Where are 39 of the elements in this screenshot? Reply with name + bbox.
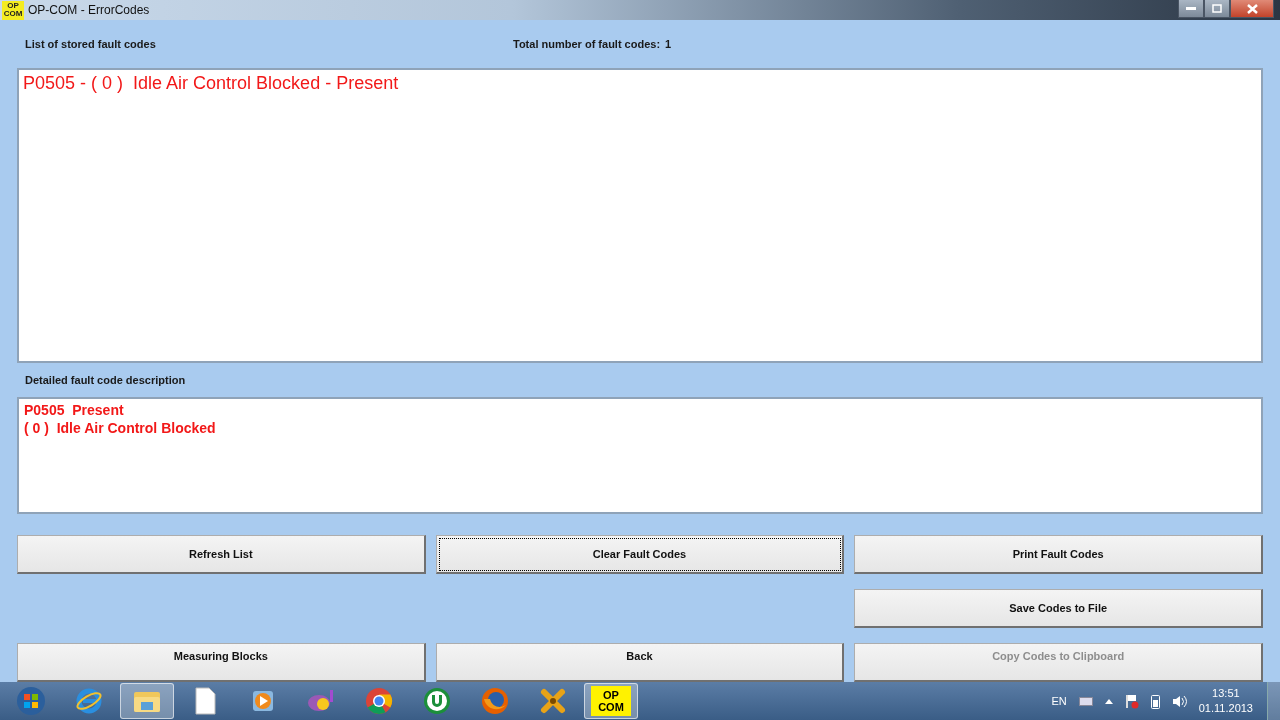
speaker-icon[interactable] xyxy=(1171,694,1187,708)
media-player-icon xyxy=(250,688,276,714)
caret-up-icon[interactable] xyxy=(1104,698,1113,704)
app-logo: OP COM xyxy=(591,686,631,716)
torrent-icon xyxy=(423,687,451,715)
total-value: 1 xyxy=(665,38,672,51)
flag-icon[interactable] xyxy=(1124,693,1139,709)
browser-icon xyxy=(75,687,103,715)
detail-line: P0505 Present xyxy=(24,400,125,419)
action-button[interactable]: Print Fault Codes xyxy=(854,535,1263,574)
detail-label: Detailed fault code description xyxy=(24,374,186,387)
battery-icon[interactable] xyxy=(1150,693,1160,709)
start-orb-icon xyxy=(16,686,46,716)
document-icon xyxy=(194,687,216,715)
messenger-icon xyxy=(306,688,336,714)
window-title: OP-COM - ErrorCodes xyxy=(28,3,150,17)
fault-code-item[interactable]: P0505 - ( 0 ) Idle Air Control Blocked - Present xyxy=(23,72,1257,95)
clock-date[interactable]: 01.11.2013 xyxy=(1198,701,1253,716)
minimize-button[interactable] xyxy=(1178,0,1204,18)
minimize-icon xyxy=(1186,6,1196,11)
chrome-icon xyxy=(365,687,393,715)
list-label: List of stored fault codes xyxy=(24,38,157,51)
action-button[interactable]: Clear Fault Codes xyxy=(435,535,845,574)
action-button[interactable]: Measuring Blocks xyxy=(17,643,426,682)
detail-line: ( 0 ) Idle Air Control Blocked xyxy=(24,418,217,437)
keyboard-icon[interactable] xyxy=(1078,696,1093,706)
maximize-icon xyxy=(1212,4,1222,13)
action-button[interactable]: Save Codes to File xyxy=(854,589,1263,628)
action-button[interactable]: Refresh List xyxy=(17,535,426,574)
action-button[interactable]: Back xyxy=(435,643,845,682)
app-logo: OP COM xyxy=(2,0,24,20)
close-button[interactable] xyxy=(1230,0,1274,18)
language-indicator[interactable]: EN xyxy=(1051,695,1067,707)
firefox-icon xyxy=(481,687,509,715)
maximize-button[interactable] xyxy=(1204,0,1230,18)
total-label: Total number of fault codes: xyxy=(513,38,661,51)
clock-time[interactable]: 13:51 xyxy=(1212,686,1240,701)
close-icon xyxy=(1246,3,1258,14)
taskbar-button[interactable]: OP COM xyxy=(584,683,638,719)
